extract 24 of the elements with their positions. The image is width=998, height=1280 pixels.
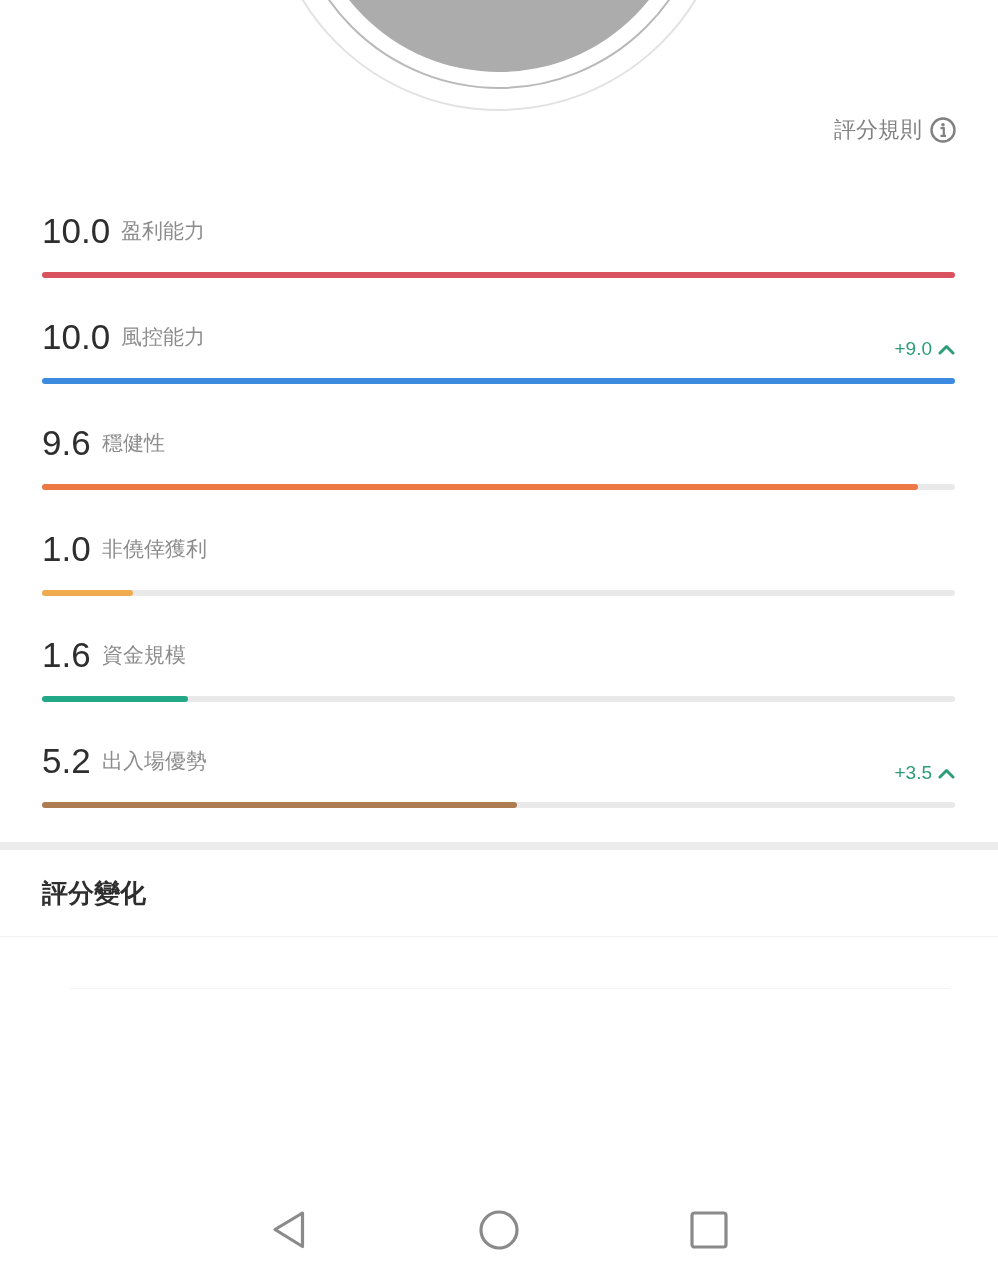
score-change: +9.0 [894,338,932,360]
metric-label: 風控能力 [121,324,206,350]
score-value: 10.0 [42,210,111,252]
chevron-up-icon [938,767,955,779]
metric-label: 非僥倖獲利 [101,536,207,562]
score-value: 9.6 [42,422,91,464]
recent-square-icon [690,1211,728,1249]
score-value: 10.0 [42,316,111,358]
home-circle-icon [479,1210,519,1250]
metric-label: 資金規模 [101,642,186,668]
score-value: 1.0 [42,528,91,570]
score-value: 1.6 [42,634,91,676]
back-triangle-icon [271,1210,307,1250]
info-icon [930,117,956,143]
score-change: +3.5 [894,762,932,784]
metric-label: 穩健性 [101,430,165,456]
section-title: 評分變化 [42,876,146,910]
recent-apps-button[interactable] [689,1209,729,1251]
home-button[interactable] [479,1209,519,1251]
chevron-up-icon [938,343,955,355]
metric-label: 盈利能力 [121,218,206,244]
score-value: 5.2 [42,740,91,782]
metric-label: 出入場優勢 [101,748,207,774]
scoring-rules-link[interactable]: 評分規則 [834,115,956,145]
